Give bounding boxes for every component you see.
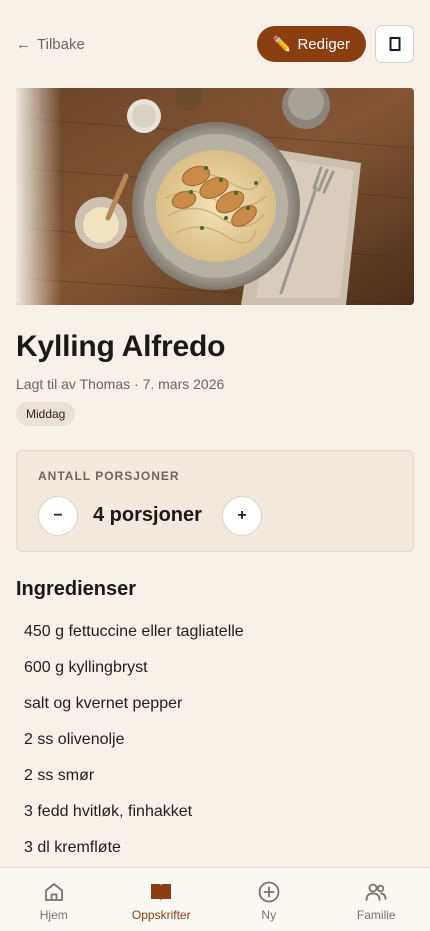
- nav-label-family: Familie: [356, 908, 396, 922]
- recipe-detail-page: ← Tilbake ✏️ Rediger Kylling Alfredo Lag…: [0, 0, 430, 931]
- portions-card: ANTALL PORSJONER − 4 porsjoner +: [16, 450, 414, 552]
- book-icon: [151, 884, 172, 901]
- back-link[interactable]: ← Tilbake: [16, 36, 85, 53]
- home-icon: [44, 883, 63, 901]
- bookmark-button[interactable]: [375, 25, 414, 63]
- category-badge: Middag: [16, 402, 76, 426]
- users-icon: [365, 883, 387, 901]
- nav-item-home[interactable]: Hjem: [0, 868, 108, 931]
- ingredients-list: 450 g fettuccine eller tagliatelle 600 g…: [24, 622, 244, 874]
- recipe-photo: [16, 88, 414, 305]
- ingredient-item: 2 ss olivenolje: [24, 731, 125, 748]
- edit-button[interactable]: ✏️ Rediger: [256, 26, 366, 62]
- ingredient-item: 600 g kyllingbryst: [24, 659, 148, 676]
- recipe-meta: Lagt til av Thomas · 7. mars 2026: [16, 376, 225, 392]
- top-actions: ✏️ Rediger: [256, 25, 414, 63]
- increase-portions-button[interactable]: +: [222, 496, 262, 536]
- bookmark-icon: [389, 37, 400, 51]
- nav-label-recipes: Oppskrifter: [131, 908, 191, 922]
- top-bar: ← Tilbake ✏️ Rediger: [16, 24, 414, 64]
- ingredient-item: 2 ss smør: [24, 767, 95, 784]
- plus-icon: +: [237, 507, 247, 524]
- ingredients-heading: Ingredienser: [16, 578, 137, 600]
- minus-icon: −: [53, 507, 63, 524]
- plus-circle-icon: [258, 881, 280, 903]
- pencil-icon: ✏️: [272, 36, 292, 53]
- pasta-dish-illustration: [16, 88, 414, 305]
- recipe-title: Kylling Alfredo: [16, 330, 226, 363]
- portions-label: ANTALL PORSJONER: [38, 469, 180, 483]
- ingredient-item: 450 g fettuccine eller tagliatelle: [24, 623, 244, 640]
- back-label: Tilbake: [37, 35, 85, 53]
- nav-item-family[interactable]: Familie: [323, 868, 430, 931]
- nav-label-new: Ny: [261, 908, 277, 922]
- nav-label-home: Hjem: [39, 908, 68, 922]
- edit-label: Rediger: [297, 35, 350, 53]
- decrease-portions-button[interactable]: −: [38, 496, 78, 536]
- bottom-nav: Hjem Oppskrifter Ny Familie: [0, 867, 430, 931]
- nav-item-recipes[interactable]: Oppskrifter: [108, 868, 216, 931]
- portions-value: 4 porsjoner: [93, 504, 202, 526]
- ingredient-item: salt og kvernet pepper: [24, 695, 183, 712]
- nav-item-new[interactable]: Ny: [215, 868, 323, 931]
- arrow-left-icon: ←: [16, 35, 31, 53]
- ingredient-item: 3 fedd hvitløk, finhakket: [24, 803, 193, 820]
